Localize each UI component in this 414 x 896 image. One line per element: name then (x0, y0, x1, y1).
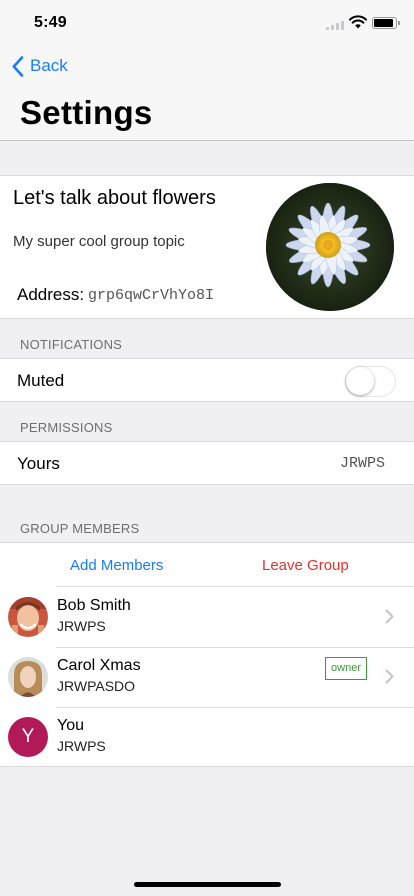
member-row-you: Y You JRWPS (0, 707, 414, 767)
person-photo-icon (8, 657, 48, 697)
owner-badge: owner (325, 657, 367, 680)
topic-card: Let's talk about flowers My super cool g… (0, 175, 414, 319)
muted-row: Muted (0, 358, 414, 402)
flower-image (266, 183, 394, 311)
address-label: Address: (17, 285, 85, 304)
add-members-button[interactable]: Add Members (70, 557, 163, 574)
member-avatar (8, 597, 48, 637)
topic-avatar[interactable] (266, 183, 394, 311)
permissions-header: PERMISSIONS (20, 420, 113, 435)
leave-group-button[interactable]: Leave Group (262, 557, 349, 574)
topic-name: Let's talk about flowers (13, 187, 216, 209)
chevron-right-icon (385, 669, 394, 684)
person-photo-icon (8, 597, 48, 637)
home-indicator[interactable] (134, 882, 281, 887)
member-name: Carol Xmas (57, 657, 141, 674)
member-avatar (8, 657, 48, 697)
permissions-row: Yours JRWPS (0, 441, 414, 485)
notifications-header: NOTIFICATIONS (20, 337, 123, 352)
muted-label: Muted (17, 371, 65, 390)
navigation-bar: Back Settings (0, 44, 414, 141)
member-row-carol-xmas[interactable]: Carol Xmas JRWPASDO owner (0, 647, 414, 707)
chevron-right-icon (385, 609, 394, 624)
member-avatar: Y (8, 717, 48, 757)
permissions-yours-value: JRWPS (339, 455, 385, 472)
group-members-header: GROUP MEMBERS (20, 521, 140, 536)
permissions-yours-label: Yours (17, 454, 60, 473)
status-time: 5:49 (34, 14, 67, 31)
member-permissions: JRWPASDO (57, 678, 136, 694)
group-members-list: Add Members Leave Group Bob Smith JRWPS (0, 542, 414, 767)
address-value: grp6qwCrVhYo8I (88, 287, 215, 304)
member-name: You (57, 717, 84, 734)
back-label: Back (30, 56, 68, 75)
member-row-bob-smith[interactable]: Bob Smith JRWPS (0, 587, 414, 647)
chevron-left-icon (12, 55, 24, 77)
muted-toggle[interactable] (345, 366, 396, 397)
cellular-signal-icon (326, 20, 344, 30)
member-permissions: JRWPS (57, 618, 106, 634)
wifi-icon (349, 15, 367, 29)
topic-description: My super cool group topic (13, 233, 185, 250)
back-button[interactable]: Back (12, 54, 68, 78)
status-bar: 5:49 (0, 0, 414, 44)
member-name: Bob Smith (57, 597, 131, 614)
battery-icon (372, 17, 400, 29)
member-permissions: JRWPS (57, 738, 106, 754)
page-title: Settings (20, 94, 153, 131)
